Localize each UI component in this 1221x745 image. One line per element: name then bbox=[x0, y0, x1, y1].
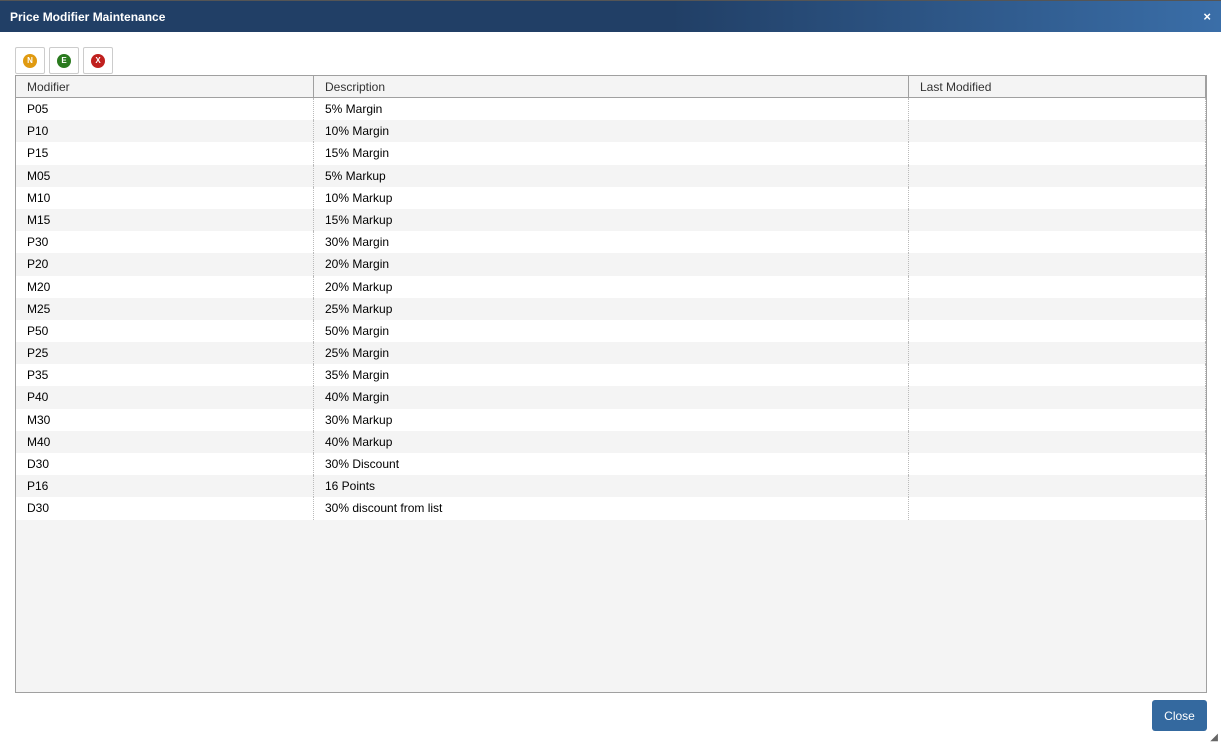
table-row[interactable]: P15 15% Margin bbox=[16, 142, 1206, 165]
cell-modifier: P50 bbox=[16, 319, 314, 343]
cell-last-modified bbox=[909, 342, 1206, 365]
cell-modifier: P40 bbox=[16, 386, 314, 409]
cell-description: 40% Markup bbox=[314, 430, 909, 453]
cell-description: 10% Markup bbox=[314, 186, 909, 209]
cell-description: 20% Markup bbox=[314, 275, 909, 298]
column-header-description[interactable]: Description bbox=[314, 76, 909, 97]
cell-modifier: P16 bbox=[16, 475, 314, 498]
table-row[interactable]: P20 20% Margin bbox=[16, 253, 1206, 276]
cell-description: 5% Margin bbox=[314, 98, 909, 121]
cell-description: 30% Margin bbox=[314, 231, 909, 254]
table-row[interactable]: P25 25% Margin bbox=[16, 342, 1206, 365]
cell-modifier: M15 bbox=[16, 208, 314, 232]
window-title: Price Modifier Maintenance bbox=[10, 10, 166, 24]
column-header-last-modified[interactable]: Last Modified bbox=[909, 76, 1206, 97]
cell-last-modified bbox=[909, 253, 1206, 276]
grid-header: Modifier Description Last Modified bbox=[16, 76, 1206, 98]
cell-modifier: P05 bbox=[16, 98, 314, 121]
cell-modifier: M30 bbox=[16, 408, 314, 431]
cell-last-modified bbox=[909, 430, 1206, 453]
close-icon[interactable]: × bbox=[1203, 9, 1211, 24]
edit-button[interactable]: E bbox=[49, 47, 79, 74]
cell-description: 30% Markup bbox=[314, 408, 909, 431]
cell-modifier: M20 bbox=[16, 275, 314, 298]
cell-last-modified bbox=[909, 98, 1206, 121]
cell-last-modified bbox=[909, 231, 1206, 254]
cell-description: 15% Markup bbox=[314, 208, 909, 232]
cell-description: 25% Markup bbox=[314, 297, 909, 320]
cell-modifier: P30 bbox=[16, 231, 314, 254]
table-row[interactable]: M40 40% Markup bbox=[16, 430, 1206, 453]
cell-description: 30% Discount bbox=[314, 453, 909, 476]
table-row[interactable]: P16 16 Points bbox=[16, 475, 1206, 498]
cell-modifier: M40 bbox=[16, 430, 314, 453]
cell-modifier: P25 bbox=[16, 342, 314, 365]
cell-modifier: M25 bbox=[16, 297, 314, 320]
cell-description: 30% discount from list bbox=[314, 497, 909, 520]
table-row[interactable]: M10 10% Markup bbox=[16, 186, 1206, 209]
table-row[interactable]: P05 5% Margin bbox=[16, 98, 1206, 121]
close-button[interactable]: Close bbox=[1152, 700, 1207, 731]
new-icon: N bbox=[23, 53, 37, 68]
cell-last-modified bbox=[909, 120, 1206, 143]
cell-description: 40% Margin bbox=[314, 386, 909, 409]
cell-modifier: M10 bbox=[16, 186, 314, 209]
cell-description: 5% Markup bbox=[314, 164, 909, 187]
grid-body: P05 5% Margin P10 10% Margin P15 15% Margin M0… bbox=[16, 98, 1206, 520]
cell-description: 20% Margin bbox=[314, 253, 909, 276]
cell-modifier: P20 bbox=[16, 253, 314, 276]
cell-last-modified bbox=[909, 408, 1206, 431]
new-button[interactable]: N bbox=[15, 47, 45, 74]
table-row[interactable]: M05 5% Markup bbox=[16, 164, 1206, 187]
cell-last-modified bbox=[909, 386, 1206, 409]
table-row[interactable]: P50 50% Margin bbox=[16, 319, 1206, 343]
cell-modifier: D30 bbox=[16, 497, 314, 520]
cell-description: 35% Margin bbox=[314, 364, 909, 387]
cell-last-modified bbox=[909, 142, 1206, 165]
cell-last-modified bbox=[909, 453, 1206, 476]
table-row[interactable]: P10 10% Margin bbox=[16, 120, 1206, 143]
table-row[interactable]: P30 30% Margin bbox=[16, 231, 1206, 254]
cell-description: 25% Margin bbox=[314, 342, 909, 365]
delete-icon: X bbox=[91, 53, 105, 68]
cell-description: 16 Points bbox=[314, 475, 909, 498]
modifier-grid: Modifier Description Last Modified P05 5%… bbox=[15, 75, 1207, 693]
cell-description: 10% Margin bbox=[314, 120, 909, 143]
delete-button[interactable]: X bbox=[83, 47, 113, 74]
cell-modifier: M05 bbox=[16, 164, 314, 187]
cell-last-modified bbox=[909, 297, 1206, 320]
cell-modifier: P10 bbox=[16, 120, 314, 143]
cell-last-modified bbox=[909, 275, 1206, 298]
cell-description: 50% Margin bbox=[314, 319, 909, 343]
table-row[interactable]: D30 30% discount from list bbox=[16, 497, 1206, 520]
cell-last-modified bbox=[909, 475, 1206, 498]
table-row[interactable]: M20 20% Markup bbox=[16, 275, 1206, 298]
table-row[interactable]: M25 25% Markup bbox=[16, 297, 1206, 320]
toolbar: NEX bbox=[15, 47, 113, 74]
table-row[interactable]: M15 15% Markup bbox=[16, 208, 1206, 232]
cell-last-modified bbox=[909, 364, 1206, 387]
table-row[interactable]: P40 40% Margin bbox=[16, 386, 1206, 409]
cell-last-modified bbox=[909, 186, 1206, 209]
cell-description: 15% Margin bbox=[314, 142, 909, 165]
table-row[interactable]: D30 30% Discount bbox=[16, 453, 1206, 476]
title-bar: Price Modifier Maintenance × bbox=[0, 0, 1221, 32]
cell-modifier: D30 bbox=[16, 453, 314, 476]
cell-modifier: P15 bbox=[16, 142, 314, 165]
column-header-modifier[interactable]: Modifier bbox=[16, 76, 314, 97]
cell-modifier: P35 bbox=[16, 364, 314, 387]
cell-last-modified bbox=[909, 319, 1206, 343]
edit-icon: E bbox=[57, 53, 71, 68]
table-row[interactable]: P35 35% Margin bbox=[16, 364, 1206, 387]
cell-last-modified bbox=[909, 164, 1206, 187]
cell-last-modified bbox=[909, 208, 1206, 232]
cell-last-modified bbox=[909, 497, 1206, 520]
table-row[interactable]: M30 30% Markup bbox=[16, 408, 1206, 431]
resize-grip-icon[interactable]: ◢ bbox=[1210, 732, 1218, 743]
